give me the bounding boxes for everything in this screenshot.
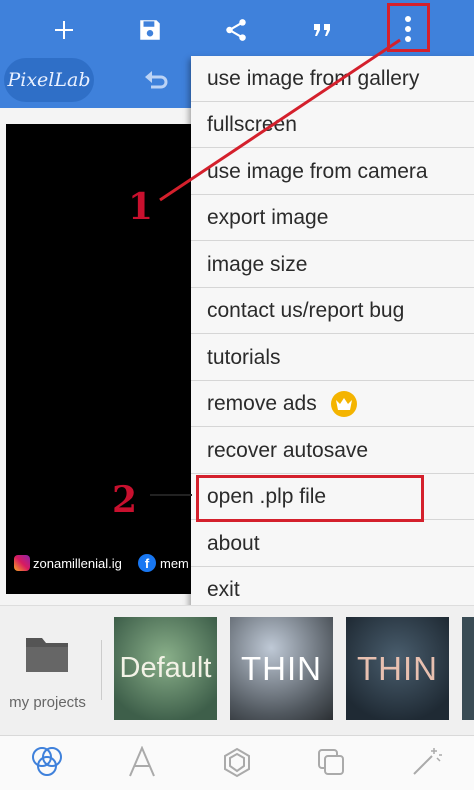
annotation-number-2: 2 [112, 479, 138, 521]
text-icon[interactable] [122, 742, 162, 782]
folder-icon[interactable] [22, 632, 72, 676]
duplicate-icon[interactable] [311, 742, 351, 782]
magic-wand-icon[interactable] [406, 742, 446, 782]
template-tile-default[interactable]: Default [114, 617, 217, 720]
template-tile-thin-2[interactable]: THIN [346, 617, 449, 720]
template-tile-label: Default [119, 652, 212, 684]
annotation-number-1: 1 [128, 186, 154, 228]
template-tile-partial[interactable] [462, 617, 474, 720]
my-projects-label[interactable]: my projects [0, 694, 95, 711]
template-tile-label: THIN [241, 649, 322, 687]
template-tile-label: THIN [357, 649, 438, 687]
divider [101, 640, 102, 700]
template-tile-thin-1[interactable]: THIN [230, 617, 333, 720]
annotation-highlight-open-plp [196, 475, 424, 522]
shape-icon[interactable] [217, 742, 257, 782]
layers-icon[interactable] [27, 742, 67, 782]
